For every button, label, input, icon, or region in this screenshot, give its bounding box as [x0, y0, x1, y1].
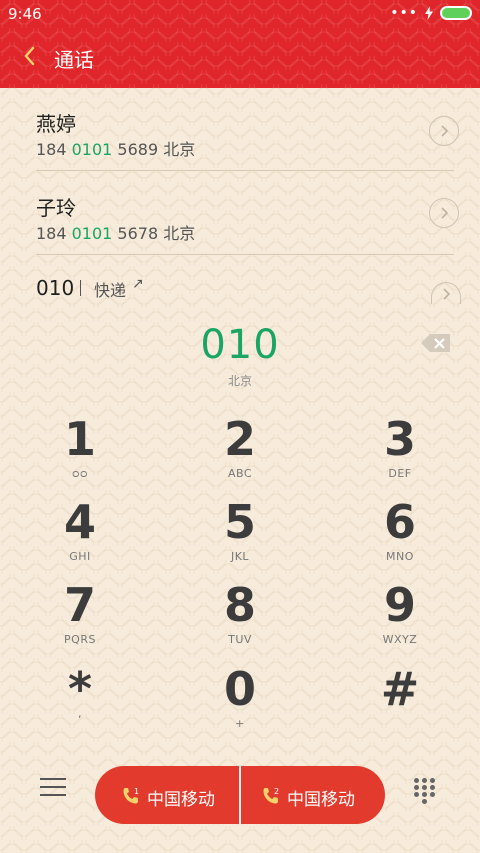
divider — [36, 170, 454, 171]
call-sim1-button[interactable]: 1 中国移动 — [95, 766, 240, 824]
contact-detail-button[interactable] — [429, 116, 459, 146]
key-7[interactable]: 7 PQRS — [0, 581, 160, 663]
phone-icon: 2 — [263, 787, 279, 804]
quick-number: 010 — [36, 276, 75, 300]
chevron-right-icon — [441, 207, 449, 219]
call-sim2-label: 中国移动 — [287, 790, 355, 810]
contact-name: 子玲 — [36, 196, 76, 220]
battery-icon — [440, 6, 472, 20]
call-sim2-button[interactable]: 2 中国移动 — [241, 766, 385, 824]
divider — [36, 254, 454, 255]
contact-name: 燕婷 — [36, 112, 76, 136]
key-8[interactable]: 8 TUV — [160, 581, 320, 663]
contact-item[interactable]: 燕婷 184 0101 5689 北京 — [36, 90, 459, 174]
key-hash[interactable]: # — [320, 665, 480, 747]
key-5[interactable]: 5 JKL — [160, 498, 320, 580]
header-background: 9:46 ••• 通话 — [0, 0, 480, 88]
number-location: 北京 — [227, 374, 252, 388]
back-icon[interactable] — [20, 42, 42, 70]
key-2[interactable]: 2 ABC — [160, 415, 320, 497]
charging-icon — [425, 6, 433, 20]
dialpad-icon[interactable] — [414, 778, 440, 806]
call-bar: 1 中国移动 2 中国移动 — [95, 766, 385, 824]
status-icons: ••• — [390, 6, 472, 20]
key-6[interactable]: 6 MNO — [320, 498, 480, 580]
key-1[interactable]: 1 ᴑᴑ — [0, 415, 160, 497]
backspace-icon[interactable] — [420, 332, 452, 354]
contact-number: 184 0101 5678 北京 — [36, 224, 196, 243]
call-sim1-label: 中国移动 — [147, 790, 215, 810]
quick-link[interactable]: 快递 — [94, 277, 126, 301]
status-bar: 9:46 ••• — [0, 0, 480, 28]
dialed-number: 010 — [200, 322, 280, 368]
key-9[interactable]: 9 WXYZ — [320, 581, 480, 663]
key-0[interactable]: 0 + — [160, 665, 320, 747]
contact-detail-button[interactable] — [431, 282, 461, 304]
status-time: 9:46 — [8, 5, 42, 23]
svg-text:1: 1 — [134, 787, 139, 796]
svg-text:2: 2 — [274, 787, 279, 796]
key-star[interactable]: *, — [0, 665, 160, 747]
key-3[interactable]: 3 DEF — [320, 415, 480, 497]
app-bar: 通话 — [0, 40, 480, 76]
page-title: 通话 — [54, 48, 94, 72]
contact-item[interactable]: 子玲 184 0101 5678 北京 — [36, 174, 459, 258]
quick-separator — [80, 280, 81, 296]
quick-search-row[interactable]: 010 快递 ↗ — [36, 274, 461, 304]
contact-number: 184 0101 5689 北京 — [36, 140, 196, 159]
chevron-right-icon — [443, 287, 451, 300]
chevron-right-icon — [441, 125, 449, 137]
phone-icon: 1 — [123, 787, 139, 804]
menu-icon[interactable] — [40, 778, 66, 800]
key-4[interactable]: 4 GHI — [0, 498, 160, 580]
external-arrow-icon: ↗ — [132, 276, 144, 292]
contact-detail-button[interactable] — [429, 198, 459, 228]
notification-dots: ••• — [390, 5, 418, 21]
